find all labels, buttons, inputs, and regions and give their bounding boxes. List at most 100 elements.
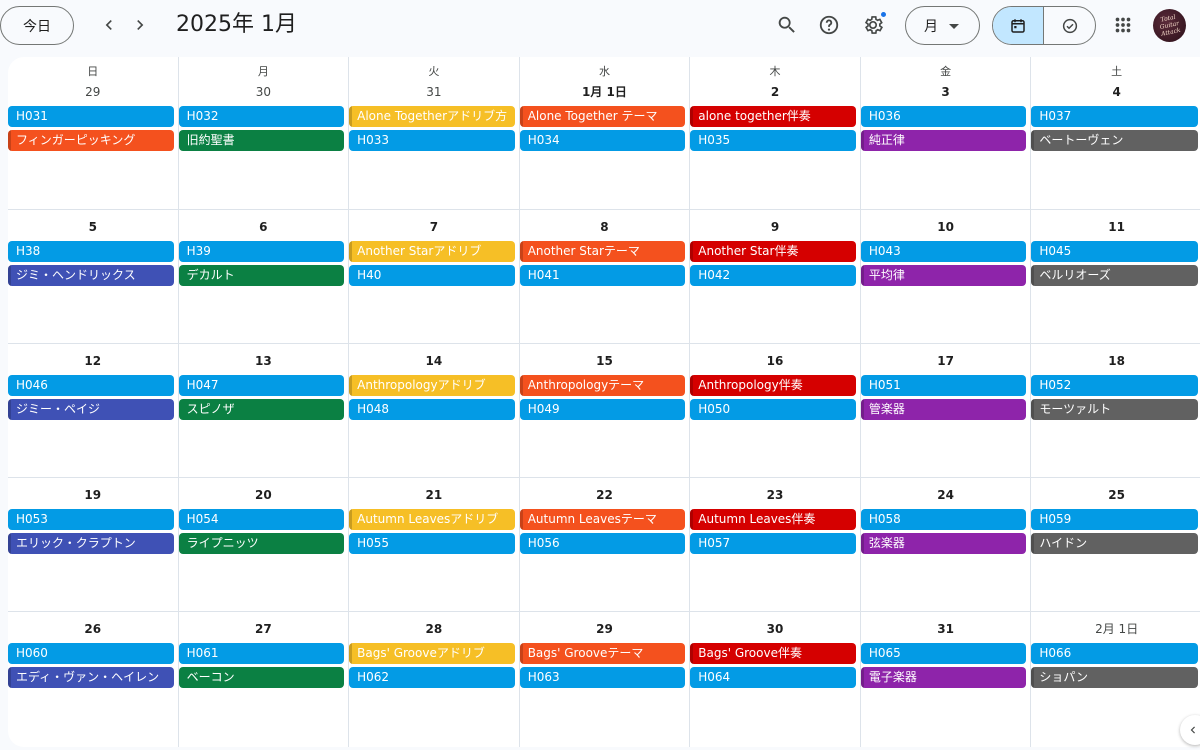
event-chip[interactable]: H041 [519,265,686,286]
event-chip[interactable]: alone together伴奏 [690,106,856,127]
day-cell[interactable]: 11 H045 ベルリオーズ [1031,210,1200,344]
event-chip[interactable]: ベートーヴェン [1031,130,1198,151]
day-cell[interactable]: 26 H060 エディ・ヴァン・ヘイレン [8,612,179,747]
tasks-view-toggle[interactable] [1044,7,1095,44]
day-cell[interactable]: 29 Bags' Grooveテーマ H063 [519,612,691,747]
event-chip[interactable]: H059 [1031,509,1198,530]
event-chip[interactable]: H39 [178,241,345,262]
account-avatar[interactable]: Total Guitar Attack [1153,9,1186,42]
event-chip[interactable]: H057 [690,533,856,554]
event-chip[interactable]: 平均律 [860,265,1027,286]
event-chip[interactable]: Anthropologyテーマ [519,375,686,396]
day-cell[interactable]: 8 Another Starテーマ H041 [519,210,691,344]
day-number[interactable]: 19 [8,484,178,506]
settings-button[interactable] [858,10,888,40]
day-number[interactable]: 7 [349,216,519,238]
day-cell[interactable]: 12 H046 ジミー・ペイジ [8,344,179,478]
day-cell[interactable]: 9 Another Star伴奏 H042 [690,210,861,344]
day-cell[interactable]: 金 3 H036 純正律 [860,57,1032,210]
event-chip[interactable]: H053 [8,509,174,530]
event-chip[interactable]: H049 [519,399,686,420]
day-number[interactable]: 20 [179,484,349,506]
event-chip[interactable]: H046 [8,375,174,396]
event-chip[interactable]: H052 [1031,375,1198,396]
day-cell[interactable]: 24 H058 弦楽器 [860,478,1032,612]
event-chip[interactable]: H066 [1031,643,1198,664]
event-chip[interactable]: Alone Together テーマ [519,106,686,127]
day-number[interactable]: 30 [690,618,860,640]
day-number[interactable]: 24 [861,484,1031,506]
day-cell[interactable]: 木 2 alone together伴奏 H035 [690,57,861,210]
day-number[interactable]: 6 [179,216,349,238]
day-cell[interactable]: 6 H39 デカルト [178,210,350,344]
event-chip[interactable]: H032 [178,106,345,127]
event-chip[interactable]: ベーコン [178,667,345,688]
day-number[interactable]: 4 [1031,81,1200,103]
event-chip[interactable]: Alone Togetherアドリブ方 [349,106,515,127]
event-chip[interactable]: H050 [690,399,856,420]
event-chip[interactable]: Bags' Grooveアドリブ [349,643,515,664]
day-cell[interactable]: 25 H059 ハイドン [1031,478,1200,612]
event-chip[interactable]: ショパン [1031,667,1198,688]
event-chip[interactable]: Another Star伴奏 [690,241,856,262]
event-chip[interactable]: H042 [690,265,856,286]
day-cell[interactable]: 28 Bags' Grooveアドリブ H062 [349,612,520,747]
day-number[interactable]: 14 [349,350,519,372]
event-chip[interactable]: Anthropologyアドリブ [349,375,515,396]
day-number[interactable]: 18 [1031,350,1200,372]
day-cell[interactable]: 7 Another Starアドリブ H40 [349,210,520,344]
day-number[interactable]: 11 [1031,216,1200,238]
help-button[interactable] [814,10,844,40]
event-chip[interactable]: デカルト [178,265,345,286]
day-number[interactable]: 27 [179,618,349,640]
day-cell[interactable]: 水 1月 1日 Alone Together テーマ H034 [519,57,691,210]
day-cell[interactable]: 18 H052 モーツァルト [1031,344,1200,478]
day-cell[interactable]: 14 Anthropologyアドリブ H048 [349,344,520,478]
day-number[interactable]: 25 [1031,484,1200,506]
event-chip[interactable]: Autumn Leavesアドリブ [349,509,515,530]
event-chip[interactable]: ベルリオーズ [1031,265,1198,286]
day-cell[interactable]: 17 H051 管楽器 [860,344,1032,478]
event-chip[interactable]: H058 [860,509,1027,530]
day-cell[interactable]: 日 29 H031 フィンガーピッキング [8,57,179,210]
day-cell[interactable]: 15 Anthropologyテーマ H049 [519,344,691,478]
previous-month-button[interactable] [94,10,124,40]
day-number[interactable]: 31 [861,618,1031,640]
calendar-view-toggle[interactable] [993,7,1045,44]
event-chip[interactable]: モーツァルト [1031,399,1198,420]
event-chip[interactable]: スピノザ [178,399,345,420]
event-chip[interactable]: H048 [349,399,515,420]
event-chip[interactable]: H034 [519,130,686,151]
event-chip[interactable]: 純正律 [860,130,1027,151]
day-number[interactable]: 22 [520,484,690,506]
day-number[interactable]: 1月 1日 [520,81,690,103]
event-chip[interactable]: H056 [519,533,686,554]
day-number[interactable]: 29 [8,81,178,103]
day-number[interactable]: 31 [349,81,519,103]
day-cell[interactable]: 月 30 H032 旧約聖書 [178,57,350,210]
event-chip[interactable]: エディ・ヴァン・ヘイレン [8,667,174,688]
event-chip[interactable]: 旧約聖書 [178,130,345,151]
event-chip[interactable]: Another Starテーマ [519,241,686,262]
view-selector[interactable]: 月 [905,6,980,45]
day-number[interactable]: 17 [861,350,1031,372]
next-month-button[interactable] [125,10,155,40]
event-chip[interactable]: H051 [860,375,1027,396]
event-chip[interactable]: ライプニッツ [178,533,345,554]
event-chip[interactable]: H060 [8,643,174,664]
event-chip[interactable]: Anthropology伴奏 [690,375,856,396]
day-cell[interactable]: 23 Autumn Leaves伴奏 H057 [690,478,861,612]
day-number[interactable]: 16 [690,350,860,372]
day-number[interactable]: 3 [861,81,1031,103]
event-chip[interactable]: H047 [178,375,345,396]
event-chip[interactable]: H043 [860,241,1027,262]
day-number[interactable]: 15 [520,350,690,372]
day-number[interactable]: 28 [349,618,519,640]
day-number[interactable]: 5 [8,216,178,238]
event-chip[interactable]: H40 [349,265,515,286]
event-chip[interactable]: H38 [8,241,174,262]
event-chip[interactable]: H065 [860,643,1027,664]
day-number[interactable]: 13 [179,350,349,372]
search-button[interactable] [772,10,802,40]
day-cell[interactable]: 10 H043 平均律 [860,210,1032,344]
